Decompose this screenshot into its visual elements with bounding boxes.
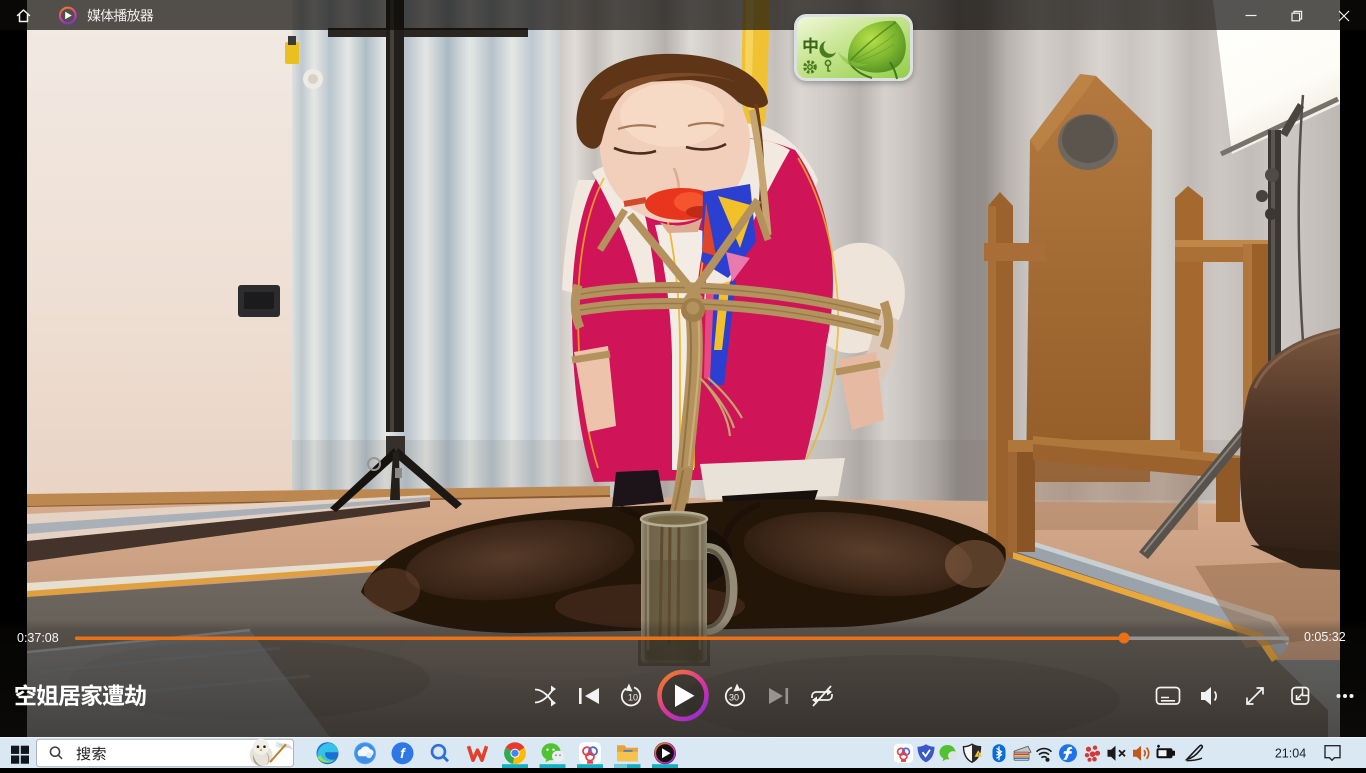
svg-text:21:04: 21:04 <box>1275 747 1306 761</box>
svg-text:30: 30 <box>729 693 739 703</box>
svg-text:0:37:08: 0:37:08 <box>17 631 59 645</box>
svg-text:0:05:32: 0:05:32 <box>1304 630 1346 644</box>
svg-text:!: ! <box>978 752 979 757</box>
svg-text:10: 10 <box>628 693 638 703</box>
